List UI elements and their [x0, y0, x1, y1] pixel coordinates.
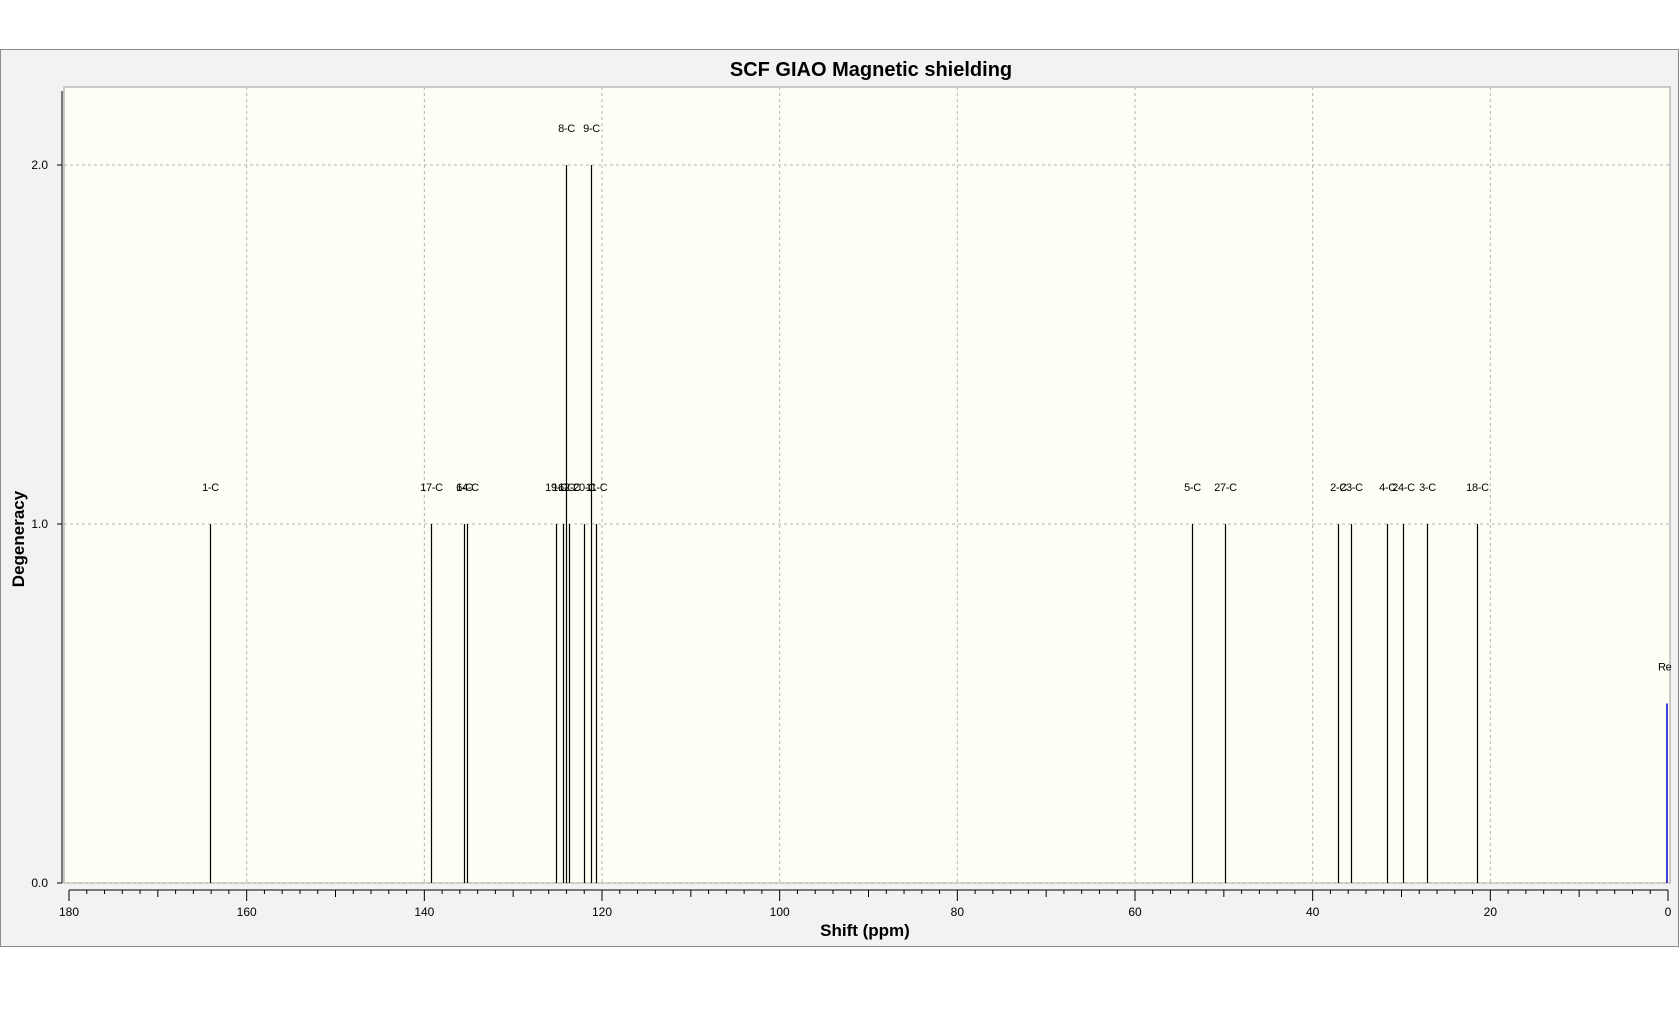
x-axis-title: Shift (ppm) [820, 921, 910, 940]
peak-label: 9-C [583, 123, 600, 135]
peak-label: 18-C [1466, 482, 1489, 494]
x-tick-label: 180 [59, 905, 79, 919]
peak-label: 23-C [1340, 482, 1363, 494]
peak-label: 14-C [456, 482, 479, 494]
peak-label: 8-C [558, 123, 575, 135]
x-tick-label: 100 [770, 905, 790, 919]
y-axis-title: Degeneracy [9, 490, 28, 587]
x-tick-label: 160 [237, 905, 257, 919]
x-tick-label: 20 [1484, 905, 1498, 919]
peak-label: 1-C [202, 482, 219, 494]
x-tick-label: 40 [1306, 905, 1320, 919]
peak-label: 11-C [586, 482, 608, 494]
y-tick-label: 0.0 [31, 876, 48, 890]
y-tick-label: 1.0 [31, 517, 48, 531]
peak-label: 5-C [1184, 482, 1201, 494]
x-tick-label: 140 [414, 905, 434, 919]
spectrum-chart: SCF GIAO Magnetic shielding 180 160 140 120… [0, 49, 1679, 947]
x-tick-label: 80 [951, 905, 965, 919]
peak-label: 27-C [1214, 482, 1237, 494]
reference-peak-label: Re [1658, 662, 1672, 674]
peak-label: 17-C [420, 482, 443, 494]
x-tick-label: 120 [592, 905, 612, 919]
chart-title: SCF GIAO Magnetic shielding [730, 59, 1012, 81]
peak-label: 24-C [1392, 482, 1415, 494]
chart-canvas: SCF GIAO Magnetic shielding 180 160 140 120… [9, 59, 1672, 940]
x-tick-label: 0 [1665, 905, 1672, 919]
peak-label: 3-C [1419, 482, 1436, 494]
y-tick-label: 2.0 [31, 158, 48, 172]
x-tick-label: 60 [1128, 905, 1142, 919]
